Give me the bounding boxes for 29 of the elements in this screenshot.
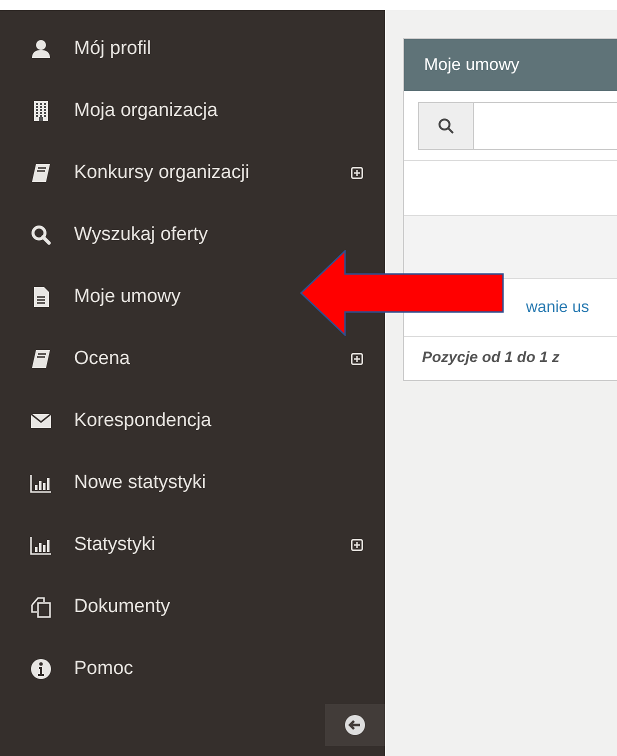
info-icon <box>30 658 52 680</box>
collapse-sidebar-button[interactable] <box>325 704 385 746</box>
expand-icon[interactable] <box>351 539 363 551</box>
user-icon <box>30 38 52 60</box>
sidebar-item[interactable]: Pomoc <box>0 638 138 700</box>
sidebar-item[interactable]: Mój profil <box>0 18 156 80</box>
bar-chart-icon <box>30 534 52 556</box>
book-icon <box>30 348 52 370</box>
arrow-left-circle-icon <box>344 714 366 736</box>
pagination-info: Pozycje od 1 do 1 z <box>422 348 560 368</box>
contract-link[interactable]: wanie us <box>526 296 590 320</box>
sidebar-item[interactable]: Konkursy organizacji <box>0 142 385 204</box>
sidebar-item[interactable]: Nowe statystyki <box>0 452 210 514</box>
expand-icon[interactable] <box>351 353 363 365</box>
search-field[interactable] <box>418 102 617 150</box>
sidebar-item[interactable]: Dokumenty <box>0 576 174 638</box>
book-icon <box>30 162 52 184</box>
sidebar-item[interactable]: Moja organizacja <box>0 80 222 142</box>
search-icon <box>438 118 454 134</box>
sidebar-item[interactable]: Wyszukaj oferty <box>0 204 212 266</box>
expand-icon[interactable] <box>351 167 363 179</box>
search-icon <box>30 224 52 246</box>
sidebar-item[interactable]: Korespondencja <box>0 390 216 452</box>
bar-chart-icon <box>30 472 52 494</box>
copy-icon <box>30 596 52 618</box>
sidebar-item[interactable]: Ocena <box>0 328 385 390</box>
sidebar-item[interactable]: Moje umowy <box>0 266 185 328</box>
panel-title: Moje umowy <box>404 39 617 91</box>
sidebar-item[interactable]: Statystyki <box>0 514 385 576</box>
